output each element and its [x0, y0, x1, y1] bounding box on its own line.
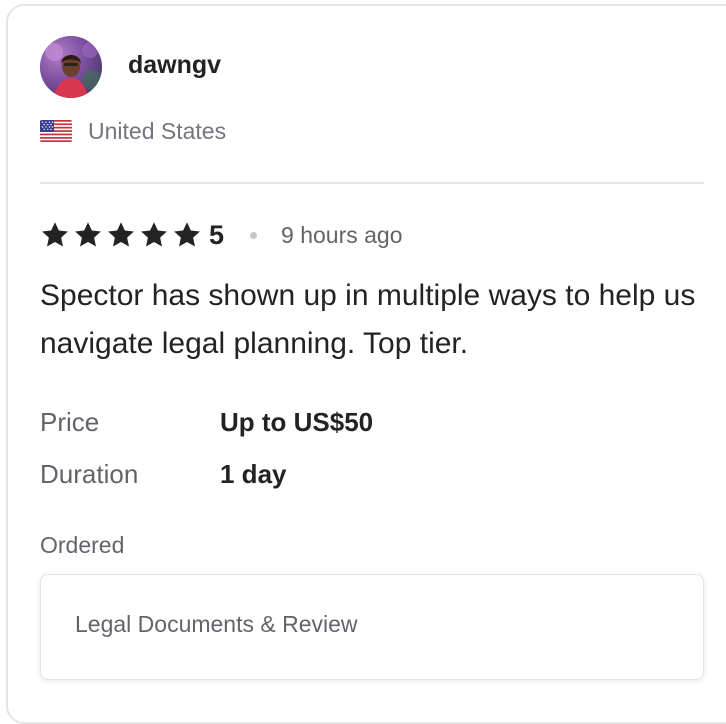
us-flag-icon — [40, 120, 72, 142]
rating-row: 5 9 hours ago — [40, 216, 403, 254]
review-timestamp: 9 hours ago — [281, 222, 403, 248]
ordered-label: Ordered — [40, 532, 125, 558]
divider — [40, 182, 704, 184]
star-rating — [40, 220, 205, 250]
star-icon — [42, 222, 68, 247]
star-icon — [174, 222, 200, 247]
duration-value: 1 day — [220, 459, 287, 489]
ordered-service-card[interactable]: Legal Documents & Review — [40, 574, 704, 680]
separator-dot — [250, 231, 258, 239]
username[interactable]: dawngv — [128, 50, 221, 80]
price-label: Price — [40, 407, 100, 437]
star-icon — [141, 222, 167, 247]
country-label: United States — [88, 118, 227, 144]
price-value: Up to US$50 — [220, 407, 374, 437]
avatar-image — [40, 36, 102, 98]
star-icon — [75, 222, 101, 247]
rating-value: 5 — [209, 220, 225, 250]
review-text: Spector has shown up in multiple ways to… — [40, 279, 696, 360]
star-icon — [108, 222, 134, 247]
country-row: United States — [40, 116, 226, 146]
avatar[interactable] — [40, 36, 102, 98]
duration-label: Duration — [40, 459, 139, 489]
ordered-service-name[interactable]: Legal Documents & Review — [75, 609, 358, 639]
